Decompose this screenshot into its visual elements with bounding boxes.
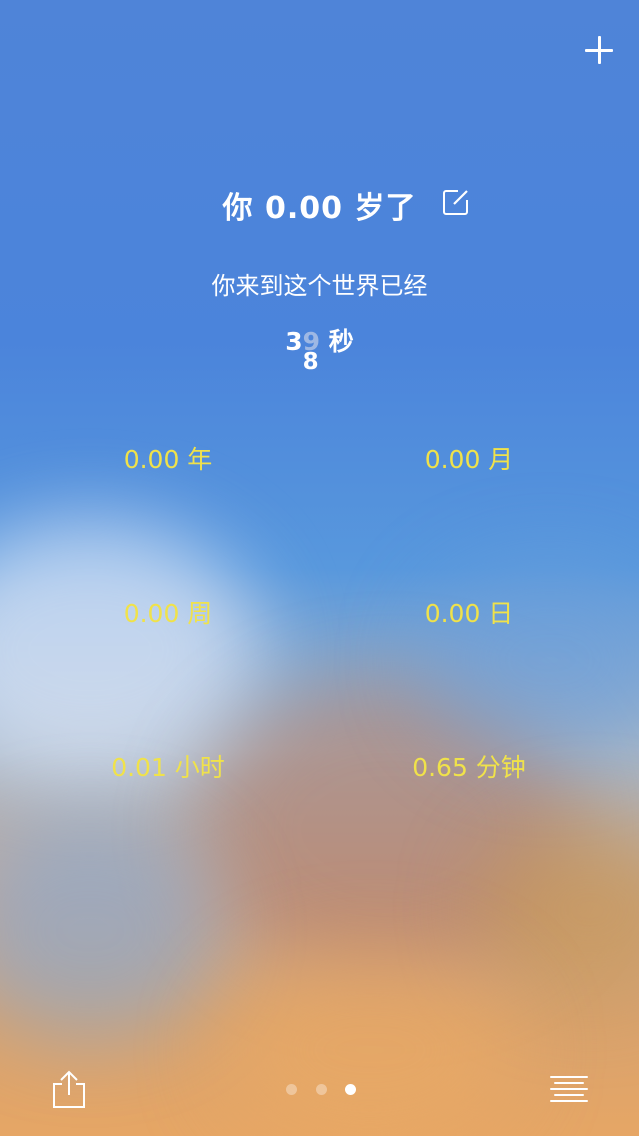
stat-years: 0.00 年 [123,445,213,474]
stat-minutes: 0.65 分钟 [412,753,526,782]
page-indicator[interactable] [286,1082,356,1096]
stat-weeks: 0.00 周 [123,599,213,628]
stat-hours: 0.01 小时 [111,753,225,782]
seconds-counter: 39 8 秒 [0,322,639,375]
seconds-digit: 3 [285,327,303,356]
blurred-background [0,0,639,1136]
elapsed-subtitle: 你来到这个世界已经 [211,272,428,300]
age-title: 你 0.00 岁了 [222,191,417,226]
plus-icon[interactable] [579,30,619,70]
seconds-rolling-digit: 98 [303,327,320,375]
share-icon[interactable] [48,1068,90,1110]
page-dot[interactable] [286,1083,297,1095]
menu-icon[interactable] [550,1074,588,1104]
stat-days: 0.00 日 [424,599,514,628]
seconds-next-digit: 8 [302,349,319,375]
seconds-unit: 秒 [328,327,354,356]
age-header: 你 0.00 岁了 [0,180,639,230]
edit-icon[interactable] [440,186,472,218]
stat-months: 0.00 月 [424,445,514,474]
page-dot-active[interactable] [345,1083,356,1095]
page-dot[interactable] [315,1083,327,1095]
